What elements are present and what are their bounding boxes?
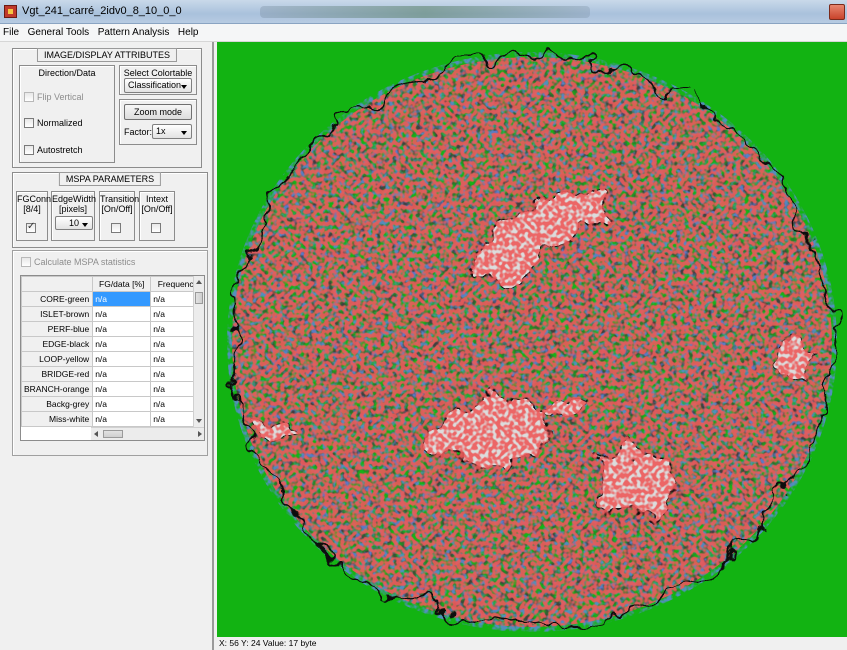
intext-header: Intext [On/Off] bbox=[141, 194, 173, 214]
fgconn-box: FGConn [8/4] bbox=[16, 191, 52, 241]
app-icon[interactable] bbox=[4, 5, 17, 18]
mspa-image[interactable] bbox=[217, 42, 847, 637]
flip-vertical-row[interactable]: Flip Vertical bbox=[24, 92, 84, 102]
title-bar-blur bbox=[260, 6, 590, 18]
direction-data-box: Direction/Data Flip Vertical Normalized … bbox=[19, 65, 115, 163]
edgewidth-dropdown[interactable]: 10 bbox=[55, 216, 93, 230]
cell-fg[interactable]: n/a bbox=[92, 321, 152, 337]
edgewidth-box: EdgeWidth [pixels] 10 bbox=[51, 191, 97, 241]
transition-header: Transition [On/Off] bbox=[100, 194, 140, 214]
row-label: Miss-white bbox=[21, 411, 94, 427]
table-row: EDGE-black n/a n/a bbox=[21, 336, 202, 352]
colortable-title: Select Colortable bbox=[123, 68, 193, 78]
calc-statistics-row[interactable]: Calculate MSPA statistics bbox=[21, 257, 135, 267]
status-text: X: 56 Y: 24 Value: 17 byte bbox=[219, 638, 317, 648]
flip-vertical-checkbox[interactable] bbox=[24, 92, 34, 102]
direction-data-title: Direction/Data bbox=[38, 68, 96, 78]
fgconn-header: FGConn [8/4] bbox=[17, 194, 52, 214]
menu-general-tools[interactable]: General Tools bbox=[25, 24, 93, 38]
row-label: CORE-green bbox=[21, 291, 94, 307]
autostretch-label: Autostretch bbox=[37, 145, 83, 155]
table-row: Miss-white n/a n/a bbox=[21, 411, 202, 427]
zoom-mode-button[interactable]: Zoom mode bbox=[124, 104, 192, 120]
grid-vertical-scrollbar[interactable] bbox=[193, 276, 204, 427]
transition-checkbox[interactable] bbox=[111, 223, 121, 233]
autostretch-checkbox[interactable] bbox=[24, 145, 34, 155]
row-label: PERF-blue bbox=[21, 321, 94, 337]
normalized-checkbox[interactable] bbox=[24, 118, 34, 128]
scroll-left-icon[interactable] bbox=[94, 431, 98, 437]
table-row: CORE-green n/a n/a bbox=[21, 291, 202, 307]
row-label: BRIDGE-red bbox=[21, 366, 94, 382]
flip-vertical-label: Flip Vertical bbox=[37, 92, 84, 102]
table-row: BRANCH-orange n/a n/a bbox=[21, 381, 202, 397]
table-row: Backg-grey n/a n/a bbox=[21, 396, 202, 412]
display-attributes-group: IMAGE/DISPLAY ATTRIBUTES Direction/Data … bbox=[12, 48, 202, 168]
edgewidth-value: 10 bbox=[68, 218, 79, 228]
table-header-row: FG/data [%] Frequenc bbox=[21, 276, 202, 292]
scroll-right-icon[interactable] bbox=[198, 431, 202, 437]
close-button[interactable] bbox=[829, 4, 845, 20]
chevron-down-icon bbox=[181, 131, 187, 135]
scroll-down-icon[interactable] bbox=[196, 419, 202, 423]
scroll-up-icon[interactable] bbox=[196, 280, 202, 284]
statistics-table: FG/data [%] Frequenc CORE-green n/a n/a IS… bbox=[21, 276, 202, 427]
bridge-pattern bbox=[232, 57, 832, 627]
mspa-parameters-title: MSPA PARAMETERS bbox=[58, 172, 162, 186]
normalized-row[interactable]: Normalized bbox=[24, 118, 83, 128]
menu-bar: File General Tools Pattern Analysis Help bbox=[0, 24, 847, 42]
row-label: ISLET-brown bbox=[21, 306, 94, 322]
chevron-down-icon bbox=[82, 223, 88, 227]
zoom-factor-dropdown[interactable]: 1x bbox=[152, 124, 192, 139]
statistics-grid[interactable]: FG/data [%] Frequenc CORE-green n/a n/a IS… bbox=[20, 275, 205, 441]
colortable-value: Classification bbox=[128, 80, 182, 90]
calc-statistics-checkbox[interactable] bbox=[21, 257, 31, 267]
scroll-thumb[interactable] bbox=[195, 292, 203, 304]
cell-fg[interactable]: n/a bbox=[92, 336, 152, 352]
zoom-factor-value: 1x bbox=[156, 126, 166, 136]
corner-cell bbox=[21, 276, 94, 292]
transition-box: Transition [On/Off] bbox=[99, 191, 140, 241]
row-label: BRANCH-orange bbox=[21, 381, 94, 397]
grid-horizontal-scrollbar[interactable] bbox=[91, 427, 204, 440]
table-row: PERF-blue n/a n/a bbox=[21, 321, 202, 337]
colortable-dropdown[interactable]: Classification bbox=[124, 78, 192, 93]
control-panel: IMAGE/DISPLAY ATTRIBUTES Direction/Data … bbox=[0, 42, 214, 650]
cell-fg[interactable]: n/a bbox=[92, 306, 152, 322]
title-bar: Vgt_241_carré_2idv0_8_10_0_0 bbox=[0, 0, 847, 24]
menu-pattern-analysis[interactable]: Pattern Analysis bbox=[95, 24, 173, 38]
table-row: BRIDGE-red n/a n/a bbox=[21, 366, 202, 382]
intext-box: Intext [On/Off] bbox=[139, 191, 175, 241]
menu-file[interactable]: File bbox=[0, 24, 22, 38]
row-label: LOOP-yellow bbox=[21, 351, 94, 367]
cell-fg[interactable]: n/a bbox=[92, 366, 152, 382]
calc-statistics-label: Calculate MSPA statistics bbox=[34, 257, 136, 267]
row-label: Backg-grey bbox=[21, 396, 94, 412]
cell-fg[interactable]: n/a bbox=[92, 411, 152, 427]
fgconn-checkbox[interactable] bbox=[26, 221, 36, 233]
cell-fg[interactable]: n/a bbox=[92, 291, 152, 307]
cell-fg[interactable]: n/a bbox=[92, 381, 152, 397]
table-row: ISLET-brown n/a n/a bbox=[21, 306, 202, 322]
column-header-fg[interactable]: FG/data [%] bbox=[92, 276, 152, 292]
cell-fg[interactable]: n/a bbox=[92, 351, 152, 367]
status-bar: X: 56 Y: 24 Value: 17 byte bbox=[217, 637, 847, 650]
chevron-down-icon bbox=[181, 85, 187, 89]
zoom-factor-label: Factor: bbox=[124, 127, 153, 137]
menu-help[interactable]: Help bbox=[175, 24, 202, 38]
mspa-parameters-group: MSPA PARAMETERS FGConn [8/4] EdgeWidth [… bbox=[12, 172, 208, 248]
normalized-label: Normalized bbox=[37, 118, 83, 128]
row-label: EDGE-black bbox=[21, 336, 94, 352]
window-title: Vgt_241_carré_2idv0_8_10_0_0 bbox=[22, 5, 182, 17]
table-row: LOOP-yellow n/a n/a bbox=[21, 351, 202, 367]
image-display[interactable] bbox=[217, 42, 847, 637]
zoom-box: Zoom mode Factor: 1x bbox=[119, 99, 197, 145]
display-attributes-title: IMAGE/DISPLAY ATTRIBUTES bbox=[36, 48, 178, 62]
colortable-box: Select Colortable Classification bbox=[119, 65, 197, 95]
cell-fg[interactable]: n/a bbox=[92, 396, 152, 412]
intext-checkbox[interactable] bbox=[151, 223, 161, 233]
scroll-thumb[interactable] bbox=[103, 430, 123, 438]
autostretch-row[interactable]: Autostretch bbox=[24, 145, 83, 155]
edgewidth-header: EdgeWidth [pixels] bbox=[52, 194, 97, 214]
